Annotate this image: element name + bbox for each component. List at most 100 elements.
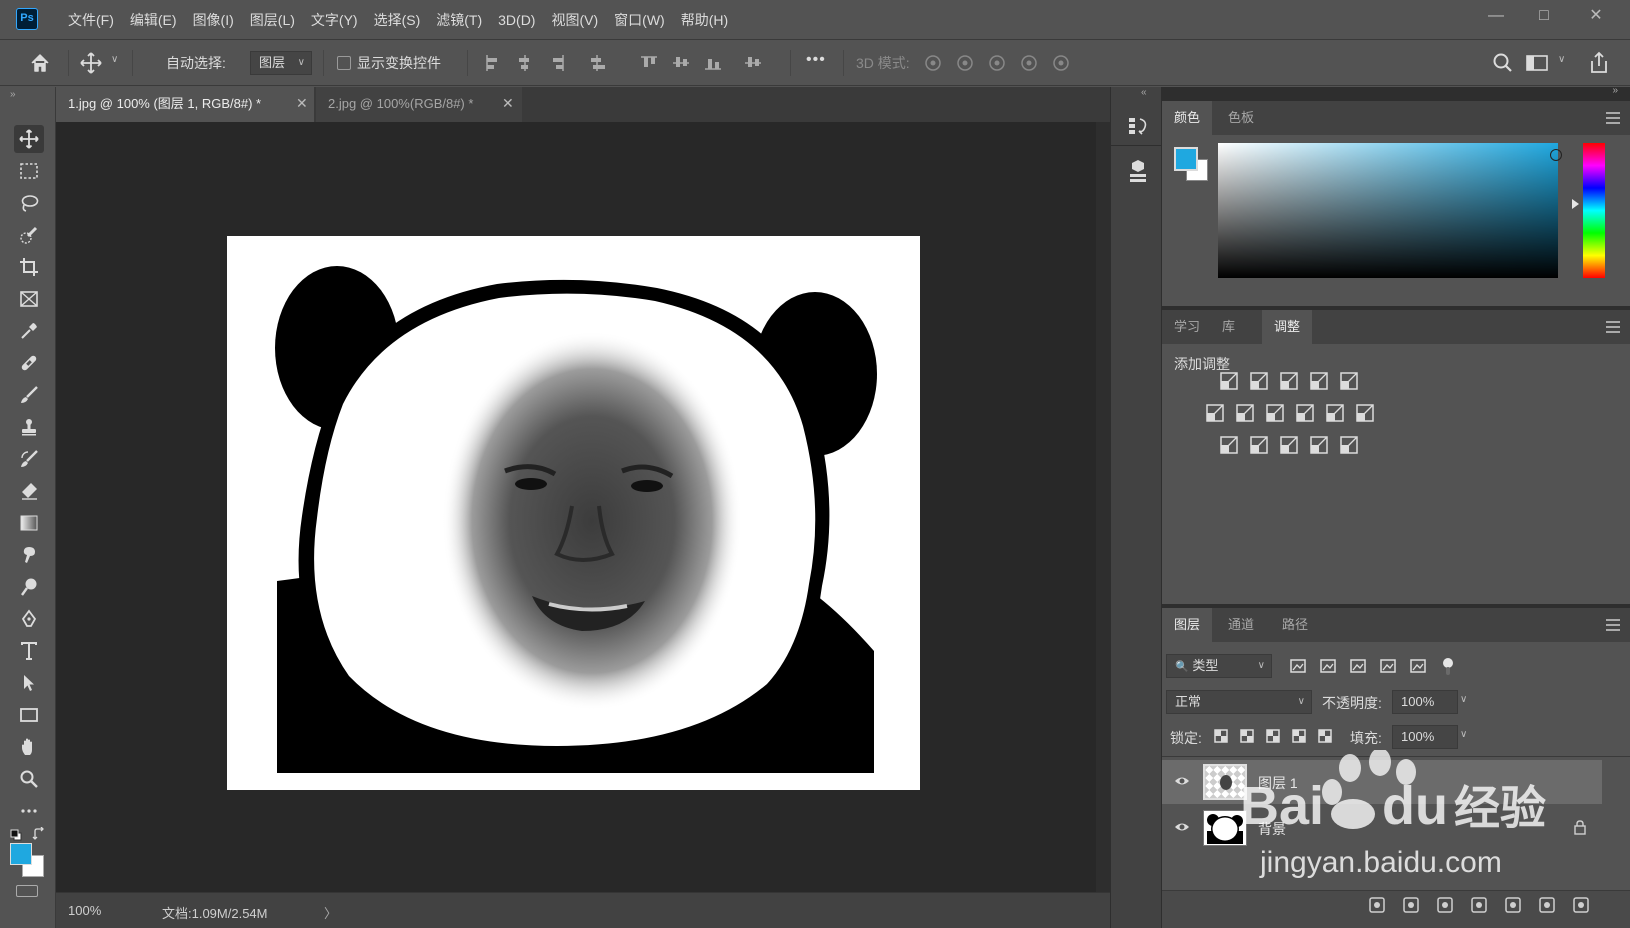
hue-slider[interactable] [1583, 143, 1605, 278]
panel-menu-icon[interactable] [1606, 619, 1620, 631]
align-bottom-icon[interactable] [700, 50, 726, 76]
vertical-scrollbar[interactable] [1096, 122, 1110, 892]
menu-item[interactable]: 选择(S) [366, 0, 429, 40]
blend-mode-dropdown[interactable]: 正常 ∨ [1166, 690, 1312, 714]
hand-tool-icon[interactable] [14, 733, 44, 761]
foreground-color-swatch[interactable] [1174, 147, 1198, 171]
new-layer-icon[interactable] [1536, 895, 1558, 917]
invert-icon[interactable] [1218, 434, 1240, 456]
gradient-tool-icon[interactable] [14, 509, 44, 537]
collapse-toolbar-icon[interactable]: » [10, 89, 16, 100]
levels-icon[interactable] [1248, 370, 1270, 392]
healing-brush-tool-icon[interactable] [14, 349, 44, 377]
properties-panel-icon[interactable] [1125, 159, 1151, 185]
layer-thumbnail[interactable] [1203, 764, 1247, 800]
align-vertical-center-icon[interactable] [668, 50, 694, 76]
quick-selection-tool-icon[interactable] [14, 221, 44, 249]
lock-position-icon[interactable] [1264, 727, 1282, 745]
chevron-down-icon[interactable]: ∨ [1460, 694, 1467, 705]
tab-learn[interactable]: 学习 [1162, 310, 1212, 344]
type-tool-icon[interactable] [14, 637, 44, 665]
tab-2-jpg[interactable]: 2.jpg @ 100%(RGB/8#) * ✕ [316, 87, 522, 122]
posterize-icon[interactable] [1248, 434, 1270, 456]
share-icon[interactable] [1586, 50, 1612, 76]
distribute-horizontal-icon[interactable] [584, 50, 610, 76]
tab-adjustments[interactable]: 调整 [1262, 310, 1313, 344]
type-layer-filter-icon[interactable] [1348, 656, 1368, 676]
move-tool-icon[interactable] [14, 125, 44, 153]
menu-item[interactable]: 视图(V) [543, 0, 606, 40]
menu-item[interactable]: 3D(D) [490, 0, 543, 40]
layer-row-layer1[interactable]: 图层 1 [1162, 760, 1602, 804]
panel-menu-icon[interactable] [1606, 112, 1620, 124]
curves-icon[interactable] [1278, 370, 1300, 392]
channel-mixer-icon[interactable] [1324, 402, 1346, 424]
eraser-tool-icon[interactable] [14, 477, 44, 505]
smudge-tool-icon[interactable] [14, 541, 44, 569]
slide-3d-icon[interactable] [1016, 50, 1042, 76]
tab-channels[interactable]: 通道 [1216, 608, 1266, 642]
tab-paths[interactable]: 路径 [1270, 608, 1320, 642]
lock-all-icon[interactable] [1316, 727, 1334, 745]
color-balance-icon[interactable] [1234, 402, 1256, 424]
delete-layer-icon[interactable] [1570, 895, 1592, 917]
brush-tool-icon[interactable] [14, 381, 44, 409]
vibrance-icon[interactable] [1338, 370, 1360, 392]
layer-row-background[interactable]: 背景 [1162, 806, 1602, 850]
chevron-down-icon[interactable]: ∨ [1558, 54, 1565, 65]
visibility-eye-icon[interactable] [1174, 774, 1190, 788]
align-horizontal-center-icon[interactable] [512, 50, 538, 76]
history-brush-tool-icon[interactable] [14, 445, 44, 473]
selective-color-icon[interactable] [1308, 434, 1330, 456]
new-adjustment-layer-icon[interactable] [1468, 895, 1490, 917]
layer-filter-dropdown[interactable]: 🔍 类型 ∨ [1166, 654, 1272, 678]
panel-menu-icon[interactable] [1606, 321, 1620, 333]
fill-field[interactable]: 100% [1392, 725, 1458, 749]
lock-transparent-pixels-icon[interactable] [1212, 727, 1230, 745]
color-lookup-icon[interactable] [1354, 402, 1376, 424]
tab-libraries[interactable]: 库 [1210, 310, 1247, 344]
tab-1-jpg[interactable]: 1.jpg @ 100% (图层 1, RGB/8#) * ✕ [56, 87, 314, 122]
lock-image-pixels-icon[interactable] [1238, 727, 1256, 745]
more-options-icon[interactable]: ••• [806, 51, 826, 69]
roll-3d-icon[interactable] [952, 50, 978, 76]
maximize-button[interactable]: □ [1526, 4, 1562, 28]
eyedropper-tool-icon[interactable] [14, 317, 44, 345]
shape-layer-filter-icon[interactable] [1378, 656, 1398, 676]
black-white-icon[interactable] [1264, 402, 1286, 424]
adjustment-layer-filter-icon[interactable] [1318, 656, 1338, 676]
crop-tool-icon[interactable] [14, 253, 44, 281]
collapse-panels-icon[interactable]: « [1141, 87, 1147, 98]
opacity-field[interactable]: 100% [1392, 690, 1458, 714]
path-selection-tool-icon[interactable] [14, 669, 44, 697]
menu-item[interactable]: 图层(L) [242, 0, 303, 40]
color-picker-field[interactable] [1218, 143, 1562, 278]
tab-color[interactable]: 颜色 [1162, 101, 1213, 135]
hue-slider-marker[interactable] [1572, 199, 1579, 209]
clone-stamp-tool-icon[interactable] [14, 413, 44, 441]
align-right-icon[interactable] [544, 50, 570, 76]
close-window-button[interactable]: ✕ [1578, 4, 1614, 28]
scale-3d-icon[interactable] [1048, 50, 1074, 76]
collapse-dock-icon[interactable]: » [1612, 85, 1618, 96]
layer-thumbnail[interactable] [1203, 810, 1247, 846]
pan-3d-icon[interactable] [984, 50, 1010, 76]
tab-layers[interactable]: 图层 [1162, 608, 1213, 642]
workspace-icon[interactable] [1524, 50, 1550, 76]
layer-name[interactable]: 背景 [1258, 819, 1286, 839]
brightness-icon[interactable] [1218, 370, 1240, 392]
exposure-icon[interactable] [1308, 370, 1330, 392]
photo-filter-icon[interactable] [1294, 402, 1316, 424]
gradient-map-icon[interactable] [1338, 434, 1360, 456]
orbit-3d-icon[interactable] [920, 50, 946, 76]
smart-object-filter-icon[interactable] [1408, 656, 1428, 676]
default-colors-icon[interactable] [10, 829, 22, 841]
zoom-level[interactable]: 100% [68, 903, 101, 918]
hue-saturation-icon[interactable] [1204, 402, 1226, 424]
distribute-vertical-icon[interactable] [740, 50, 766, 76]
align-left-icon[interactable] [480, 50, 506, 76]
quick-mask-icon[interactable] [16, 885, 38, 897]
visibility-eye-icon[interactable] [1174, 820, 1190, 834]
menu-item[interactable]: 帮助(H) [673, 0, 736, 40]
frame-tool-icon[interactable] [14, 285, 44, 313]
